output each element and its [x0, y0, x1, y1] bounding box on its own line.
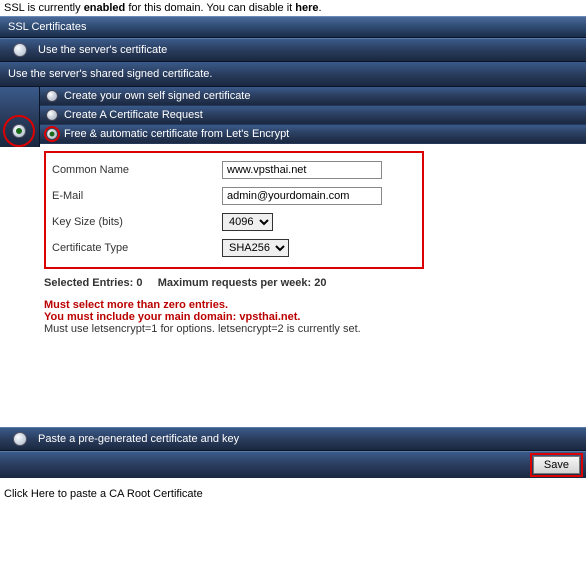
disable-here-link[interactable]: here [295, 2, 318, 14]
paste-cert-label: Paste a pre-generated certificate and ke… [38, 433, 239, 445]
option-self-signed[interactable]: Create your own self signed certificate [40, 87, 586, 106]
create-cert-options: Create your own self signed certificate … [40, 87, 586, 147]
option-letsencrypt[interactable]: Free & automatic certificate from Let's … [40, 125, 586, 144]
option-paste-cert[interactable]: Paste a pre-generated certificate and ke… [0, 427, 586, 451]
status-state: enabled [84, 2, 126, 14]
selected-max-line: Selected Entries: 0 Maximum requests per… [44, 277, 576, 289]
row-keysize: Key Size (bits) 4096 [52, 209, 416, 235]
use-server-cert-desc: Use the server's shared signed certifica… [0, 62, 586, 87]
create-cert-radio-col [0, 87, 40, 147]
email-input[interactable] [222, 187, 382, 205]
status-middle: for this domain. You can disable it [125, 2, 295, 14]
create-cert-section: Create your own self signed certificate … [0, 87, 586, 147]
option-csr[interactable]: Create A Certificate Request [40, 106, 586, 125]
ca-root-link[interactable]: Click Here to paste a CA Root Certificat… [0, 478, 586, 510]
ssl-status-line: SSL is currently enabled for this domain… [0, 0, 586, 16]
csr-label: Create A Certificate Request [64, 109, 203, 121]
radio-icon[interactable] [46, 109, 58, 121]
email-label: E-Mail [52, 190, 222, 202]
keysize-label: Key Size (bits) [52, 216, 222, 228]
radio-icon[interactable] [13, 43, 27, 57]
radio-icon[interactable] [13, 432, 27, 446]
status-prefix: SSL is currently [4, 2, 84, 14]
radio-icon[interactable] [12, 124, 26, 138]
option-use-server-cert[interactable]: Use the server's certificate [0, 38, 586, 62]
info-block: Selected Entries: 0 Maximum requests per… [0, 271, 586, 341]
spacer [0, 341, 586, 427]
radio-cell [6, 43, 34, 57]
footer-bar: Save [0, 451, 586, 478]
radio-highlight-ring [3, 115, 35, 147]
row-email: E-Mail [52, 183, 416, 209]
common-name-label: Common Name [52, 164, 222, 176]
cert-type-select[interactable]: SHA256 [222, 239, 289, 257]
row-common-name: Common Name [52, 157, 416, 183]
self-signed-label: Create your own self signed certificate [64, 90, 250, 102]
radio-cell [6, 432, 34, 446]
row-cert-type: Certificate Type SHA256 [52, 235, 416, 261]
error-zero-entries: Must select more than zero entries. [44, 299, 576, 311]
letsencrypt-note: Must use letsencrypt=1 for options. lets… [44, 323, 576, 335]
letsencrypt-form: Common Name E-Mail Key Size (bits) 4096 … [44, 151, 424, 269]
header-title: SSL Certificates [8, 21, 86, 33]
radio-icon[interactable] [46, 90, 58, 102]
selected-label: Selected Entries: [44, 277, 136, 289]
save-button[interactable]: Save [533, 456, 580, 474]
keysize-select[interactable]: 4096 [222, 213, 273, 231]
selected-value: 0 [136, 277, 142, 289]
status-suffix: . [319, 2, 322, 14]
radio-icon[interactable] [46, 128, 58, 140]
max-value: 20 [314, 277, 326, 289]
max-label: Maximum requests per week: [158, 277, 315, 289]
error-main-domain: You must include your main domain: vpsth… [44, 311, 576, 323]
ssl-certificates-header: SSL Certificates [0, 16, 586, 38]
cert-type-label: Certificate Type [52, 242, 222, 254]
letsencrypt-label: Free & automatic certificate from Let's … [64, 128, 289, 140]
use-server-cert-label: Use the server's certificate [38, 44, 167, 56]
common-name-input[interactable] [222, 161, 382, 179]
